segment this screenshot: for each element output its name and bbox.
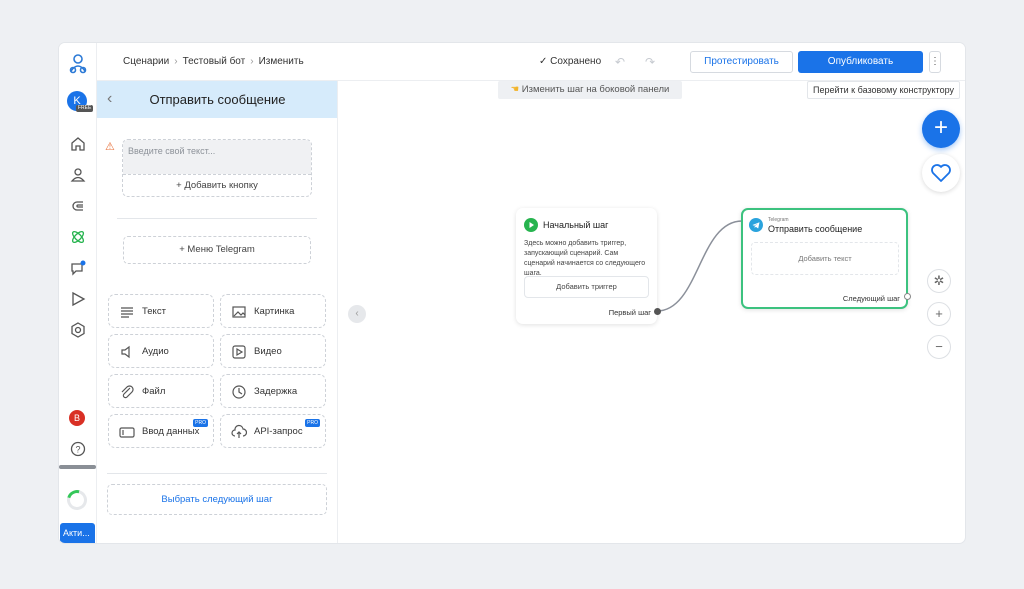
- message-editor: Введите свой текст... + Добавить кнопку: [122, 139, 312, 197]
- tile-label: Картинка: [254, 306, 295, 317]
- step-panel: ‹ Отправить сообщение ⚠ Введите свой тек…: [97, 81, 338, 543]
- tile-label: Ввод данных: [142, 426, 200, 437]
- magic-wand-icon[interactable]: ✲: [927, 269, 951, 293]
- more-vertical-icon[interactable]: ⋮: [929, 51, 941, 73]
- progress-spinner: [63, 486, 91, 514]
- question-icon[interactable]: ?: [69, 440, 87, 458]
- test-button[interactable]: Протестировать: [690, 51, 793, 73]
- plan-badge: FREE: [76, 105, 94, 112]
- node-description: Здесь можно добавить триггер, запускающи…: [524, 240, 646, 277]
- divider: [117, 218, 317, 219]
- magnet-icon[interactable]: [69, 197, 87, 215]
- tile-text[interactable]: Текст: [108, 294, 214, 328]
- publish-button[interactable]: Опубликовать: [798, 51, 923, 73]
- output-port[interactable]: [654, 308, 661, 315]
- pro-badge: PRO: [305, 419, 320, 427]
- warning-icon: ⚠: [105, 141, 115, 153]
- zoom-out-button[interactable]: −: [927, 335, 951, 359]
- divider: [107, 473, 327, 474]
- node-title: Отправить сообщение: [768, 224, 863, 234]
- text-icon: [121, 307, 133, 318]
- breadcrumb-item: Изменить: [258, 56, 304, 67]
- telegram-icon: [749, 218, 763, 232]
- clock-icon: [232, 385, 246, 399]
- home-icon[interactable]: [69, 135, 87, 153]
- favorite-button[interactable]: [922, 154, 960, 192]
- saved-status: ✓ Сохранено: [539, 56, 602, 67]
- pointer-icon: ☚: [510, 84, 522, 95]
- channel-label: Telegram: [768, 217, 789, 223]
- tile-video[interactable]: Видео: [220, 334, 326, 368]
- settings-icon[interactable]: [69, 321, 87, 339]
- output-label: Следующий шаг: [842, 294, 900, 303]
- undo-icon[interactable]: ↶: [615, 55, 625, 69]
- tile-label: Аудио: [142, 346, 169, 357]
- left-rail: K FREE B ? Акти...: [59, 43, 97, 543]
- tile-label: Файл: [142, 386, 166, 397]
- tile-label: Текст: [142, 306, 166, 317]
- tile-delay[interactable]: Задержка: [220, 374, 326, 408]
- logo-icon[interactable]: [67, 53, 89, 75]
- breadcrumb-item[interactable]: Сценарии: [123, 56, 169, 67]
- node-title: Начальный шаг: [543, 220, 609, 230]
- pro-badge: PRO: [193, 419, 208, 427]
- basic-constructor-link[interactable]: Перейти к базовому конструктору: [807, 81, 960, 99]
- heart-icon: [931, 164, 951, 182]
- tile-file[interactable]: Файл: [108, 374, 214, 408]
- breadcrumb-item[interactable]: Тестовый бот: [183, 56, 246, 67]
- add-text-button[interactable]: Добавить текст: [751, 242, 899, 275]
- tile-label: Видео: [254, 346, 282, 357]
- send-message-node[interactable]: Telegram Отправить сообщение Добавить те…: [741, 208, 908, 309]
- telegram-menu-button[interactable]: + Меню Telegram: [123, 236, 311, 264]
- rail-scrollbar[interactable]: [59, 465, 96, 469]
- tile-data-input[interactable]: Ввод данных PRO: [108, 414, 214, 448]
- paperclip-icon: [121, 385, 134, 399]
- tile-api-request[interactable]: API-запрос PRO: [220, 414, 326, 448]
- chevron-right-icon: ›: [174, 56, 178, 67]
- app-window: K FREE B ? Акти... Сценарии › Тестовый бот…: [59, 43, 965, 543]
- chat-icon[interactable]: [69, 259, 87, 277]
- chevron-right-icon: ›: [250, 56, 254, 67]
- user-badge[interactable]: B: [69, 410, 85, 426]
- start-step-node[interactable]: Начальный шаг Здесь можно добавить тригг…: [516, 208, 657, 324]
- user-icon[interactable]: [69, 166, 87, 184]
- top-bar: Сценарии › Тестовый бот › Изменить ✓ Сохране…: [97, 43, 965, 81]
- play-icon: [524, 218, 538, 232]
- tile-image[interactable]: Картинка: [220, 294, 326, 328]
- scenarios-icon[interactable]: [69, 228, 87, 246]
- output-label: Первый шаг: [608, 308, 651, 317]
- next-step-button[interactable]: Выбрать следующий шаг: [107, 484, 327, 515]
- send-icon[interactable]: [69, 290, 87, 308]
- panel-title: Отправить сообщение: [149, 92, 286, 107]
- image-icon: [232, 306, 246, 318]
- tile-label: API-запрос: [254, 426, 303, 437]
- check-icon: ✓: [539, 56, 551, 67]
- cloud-upload-icon: [231, 424, 247, 438]
- output-port[interactable]: [904, 293, 911, 300]
- add-step-button[interactable]: +: [922, 110, 960, 148]
- input-icon: [119, 427, 135, 438]
- zoom-in-button[interactable]: +: [927, 302, 951, 326]
- redo-icon[interactable]: ↷: [645, 55, 655, 69]
- video-icon: [232, 345, 246, 359]
- breadcrumb: Сценарии › Тестовый бот › Изменить: [123, 56, 304, 67]
- audio-icon: [121, 345, 130, 359]
- activate-button[interactable]: Акти...: [60, 523, 95, 543]
- tile-audio[interactable]: Аудио: [108, 334, 214, 368]
- message-input[interactable]: Введите свой текст...: [123, 140, 311, 174]
- collapse-panel-icon[interactable]: ‹: [348, 305, 366, 323]
- add-button-button[interactable]: + Добавить кнопку: [123, 174, 311, 196]
- panel-header: ‹ Отправить сообщение: [97, 81, 337, 118]
- canvas-hint: ☚ Изменить шаг на боковой панели: [498, 81, 682, 99]
- add-trigger-button[interactable]: Добавить триггер: [524, 276, 649, 298]
- svg-text:?: ?: [75, 445, 80, 455]
- tile-label: Задержка: [254, 386, 298, 397]
